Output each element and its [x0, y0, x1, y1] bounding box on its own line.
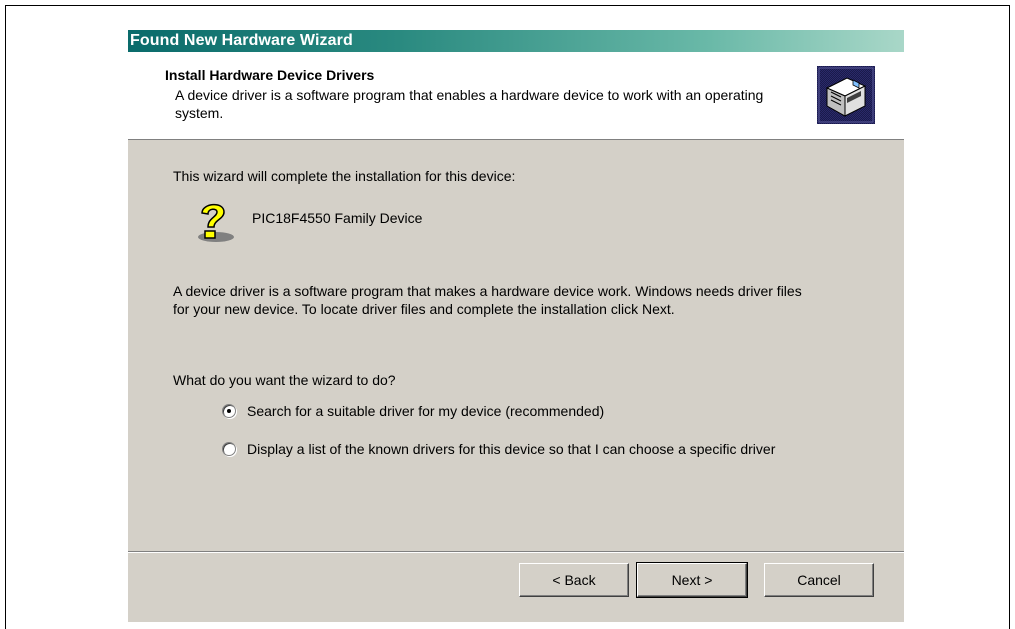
wizard-dialog: Found New Hardware Wizard Install Hardwa… [128, 30, 904, 622]
radio-display-list[interactable] [222, 442, 236, 456]
option-search-label[interactable]: Search for a suitable driver for my devi… [247, 402, 604, 420]
device-name: PIC18F4550 Family Device [252, 210, 423, 226]
back-button[interactable]: < Back [519, 563, 629, 597]
option-search-driver[interactable]: Search for a suitable driver for my devi… [222, 402, 604, 420]
question-mark-icon [198, 203, 234, 242]
footer-separator [128, 551, 904, 553]
option-display-label[interactable]: Display a list of the known drivers for … [247, 440, 775, 458]
option-display-list[interactable]: Display a list of the known drivers for … [222, 440, 842, 458]
driver-description: A device driver is a software program th… [173, 283, 802, 317]
window-title: Found New Hardware Wizard [130, 32, 353, 49]
wizard-header: Install Hardware Device Drivers A device… [128, 52, 904, 140]
hardware-device-icon [817, 66, 875, 124]
title-bar[interactable]: Found New Hardware Wizard [128, 30, 904, 52]
intro-text: This wizard will complete the installati… [173, 168, 516, 184]
question-text: What do you want the wizard to do? [173, 372, 396, 388]
cancel-button[interactable]: Cancel [764, 563, 874, 597]
next-button[interactable]: Next > [636, 562, 748, 598]
header-subtitle: A device driver is a software program th… [175, 87, 764, 121]
radio-search-driver[interactable] [222, 404, 236, 418]
header-title: Install Hardware Device Drivers [165, 67, 375, 83]
